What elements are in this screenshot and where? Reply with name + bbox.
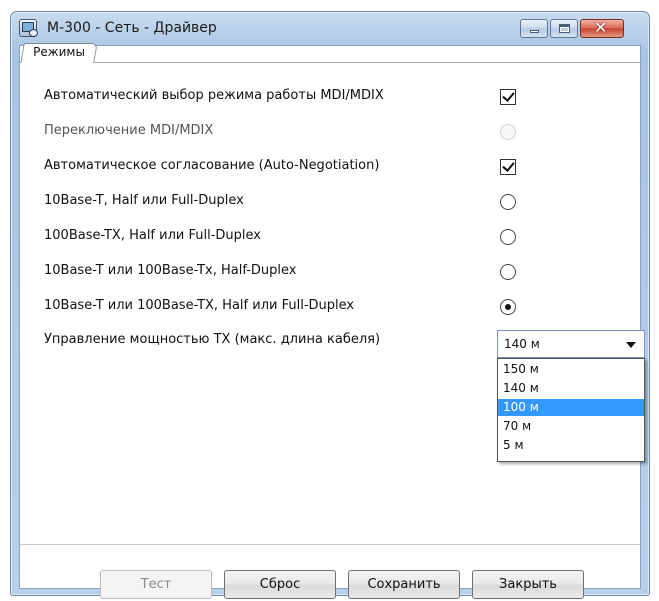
setting-checkbox[interactable] — [500, 89, 516, 105]
setting-label: Автоматическое согласование (Auto-Negoti… — [44, 158, 380, 173]
close-button[interactable]: Закрыть — [472, 570, 584, 599]
maximize-button[interactable] — [550, 19, 578, 38]
setting-label: 100Base-TX, Half или Full-Duplex — [44, 228, 261, 243]
minimize-icon — [530, 30, 539, 33]
button-area-divider — [20, 544, 640, 545]
setting-radio[interactable] — [500, 299, 516, 315]
setting-radio[interactable] — [500, 264, 516, 280]
setting-radio[interactable] — [500, 229, 516, 245]
dialog-client-area: Режимы Автоматический выбор режима работ… — [19, 43, 645, 599]
title-bar[interactable]: М-300 - Сеть - Драйвер ✕ — [11, 12, 649, 44]
tab-modes-label: Режимы — [33, 45, 85, 59]
setting-row: 10Base-T или 100Base-Tx, Half-Duplex — [20, 261, 640, 285]
tx-power-option[interactable]: 100 м — [498, 399, 644, 416]
tx-power-dropdown-list: 150 м 140 м 100 м 70 м 5 м — [497, 358, 645, 462]
tx-power-selected-value: 140 м — [504, 337, 540, 351]
tx-power-option[interactable]: 140 м — [498, 380, 644, 397]
close-window-button[interactable]: ✕ — [580, 18, 624, 38]
network-app-icon — [19, 19, 38, 37]
window-title: М-300 - Сеть - Драйвер — [47, 20, 217, 36]
setting-radio — [500, 124, 516, 140]
dropdown-arrow-icon — [626, 342, 636, 348]
minimize-button[interactable] — [520, 19, 548, 38]
setting-radio[interactable] — [500, 194, 516, 210]
setting-label: 10Base-T или 100Base-TX, Half или Full-D… — [44, 298, 355, 313]
setting-row: Переключение MDI/MDIX — [20, 121, 640, 145]
tx-power-select[interactable]: 140 м — [497, 330, 645, 358]
setting-checkbox[interactable] — [500, 159, 516, 175]
setting-row: 100Base-TX, Half или Full-Duplex — [20, 226, 640, 250]
tx-power-label: Управление мощностью TX (макс. длина каб… — [44, 332, 381, 347]
tab-modes[interactable]: Режимы — [20, 43, 98, 63]
setting-row: Автоматическое согласование (Auto-Negoti… — [20, 156, 640, 180]
maximize-icon — [559, 24, 570, 33]
test-button[interactable]: Тест — [100, 570, 212, 599]
driver-window: М-300 - Сеть - Драйвер ✕ Режимы Автомати… — [10, 11, 650, 599]
setting-row: Автоматический выбор режима работы MDI/M… — [20, 86, 640, 110]
setting-row: 10Base-T или 100Base-TX, Half или Full-D… — [20, 296, 640, 320]
save-button[interactable]: Сохранить — [348, 570, 460, 599]
setting-label: 10Base-T или 100Base-Tx, Half-Duplex — [44, 263, 297, 278]
setting-label: Автоматический выбор режима работы MDI/M… — [44, 88, 384, 103]
setting-row: 10Base-T, Half или Full-Duplex — [20, 191, 640, 215]
setting-label: 10Base-T, Half или Full-Duplex — [44, 193, 244, 208]
tx-power-option[interactable]: 5 м — [498, 437, 644, 454]
close-icon: ✕ — [594, 18, 608, 37]
tx-power-option[interactable]: 150 м — [498, 361, 644, 378]
reset-button[interactable]: Сброс — [224, 570, 336, 599]
tab-strip-line — [20, 62, 640, 63]
tx-power-option[interactable]: 70 м — [498, 418, 644, 435]
setting-label: Переключение MDI/MDIX — [44, 123, 214, 138]
